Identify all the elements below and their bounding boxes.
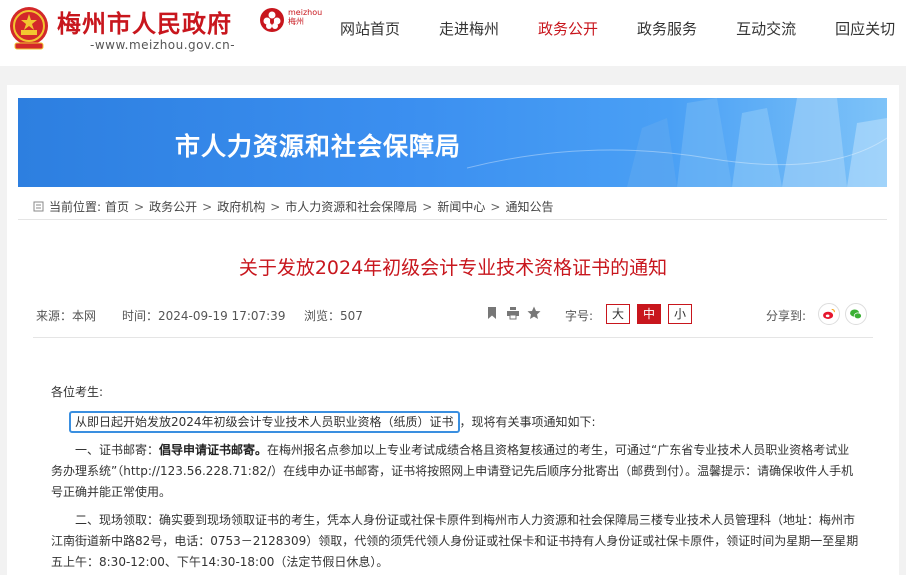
national-emblem-icon — [10, 7, 48, 50]
nav-item-response[interactable]: 回应关切 — [835, 18, 895, 39]
article-source: 来源：本网 — [36, 309, 97, 323]
wechat-icon[interactable] — [845, 303, 867, 325]
site-title[interactable]: 梅州市人民政府 — [57, 4, 232, 39]
highlighted-sentence: 从即日起开始发放2024年初级会计专业技术人员职业资格（纸质）证书 — [69, 411, 460, 433]
divider — [18, 219, 887, 220]
article-time: 时间：2024-09-19 17:07:39 — [122, 309, 286, 323]
paragraph-mail-delivery: 一、证书邮寄：倡导申请证书邮寄。在梅州报名点参加以上专业考试成绩合格且资格复核通… — [51, 443, 854, 499]
nav-item-home[interactable]: 网站首页 — [340, 18, 400, 39]
location-icon — [33, 201, 44, 212]
share-label: 分享到: — [766, 309, 807, 323]
breadcrumb-gov-affairs[interactable]: 政务公开 — [149, 198, 197, 215]
article-views: 浏览：507 — [304, 309, 363, 323]
divider — [33, 337, 873, 338]
font-size-medium-button[interactable]: 中 — [637, 304, 661, 324]
breadcrumb-notices[interactable]: 通知公告 — [505, 198, 553, 215]
breadcrumb-news-center[interactable]: 新闻中心 — [437, 198, 485, 215]
main-nav: 网站首页 走进梅州 政务公开 政务服务 互动交流 回应关切 — [340, 18, 906, 39]
breadcrumb-label: 当前位置: — [49, 200, 102, 214]
breadcrumb: 当前位置: 首页 > 政务公开 > 政府机构 > 市人力资源和社会保障局 > 新… — [33, 198, 553, 215]
breadcrumb-home[interactable]: 首页 — [105, 198, 129, 215]
nav-item-about[interactable]: 走进梅州 — [439, 18, 499, 39]
site-header: 梅州市人民政府 -www.meizhou.gov.cn- meizhou 梅州 … — [0, 0, 906, 66]
content-panel: 市人力资源和社会保障局 当前位置: 首页 > 政务公开 > 政府机构 > 市人力… — [7, 85, 899, 575]
font-size-small-button[interactable]: 小 — [668, 304, 692, 324]
bookmark-icon[interactable] — [485, 306, 499, 320]
city-logo-icon — [260, 8, 284, 32]
breadcrumb-gov-institutions[interactable]: 政府机构 — [217, 198, 265, 215]
nav-item-gov-affairs[interactable]: 政务公开 — [538, 18, 598, 39]
banner-title: 市人力资源和社会保障局 — [174, 132, 461, 161]
article-tools — [485, 306, 541, 320]
favorite-star-icon[interactable] — [527, 306, 541, 320]
weibo-icon[interactable] — [818, 303, 840, 325]
font-size-large-button[interactable]: 大 — [606, 304, 630, 324]
city-logo-text: meizhou 梅州 — [288, 8, 323, 26]
font-size-label: 字号: — [565, 309, 594, 323]
site-url: -www.meizhou.gov.cn- — [90, 38, 236, 52]
greeting-text: 各位考生: — [51, 385, 104, 399]
intro-paragraph: 从即日起开始发放2024年初级会计专业技术人员职业资格（纸质）证书 ，现将有关事项… — [69, 411, 869, 433]
article-title: 关于发放2024年初级会计专业技术资格证书的通知 — [238, 257, 668, 279]
nav-item-interaction[interactable]: 互动交流 — [736, 18, 796, 39]
department-banner: 市人力资源和社会保障局 — [18, 98, 887, 187]
breadcrumb-hr-bureau[interactable]: 市人力资源和社会保障局 — [285, 198, 417, 215]
paragraph-onsite-pickup: 二、现场领取：确实要到现场领取证书的考生，凭本人身份证或社保卡原件到梅州市人力资… — [51, 513, 859, 569]
print-icon[interactable] — [506, 306, 520, 320]
nav-item-services[interactable]: 政务服务 — [637, 18, 697, 39]
